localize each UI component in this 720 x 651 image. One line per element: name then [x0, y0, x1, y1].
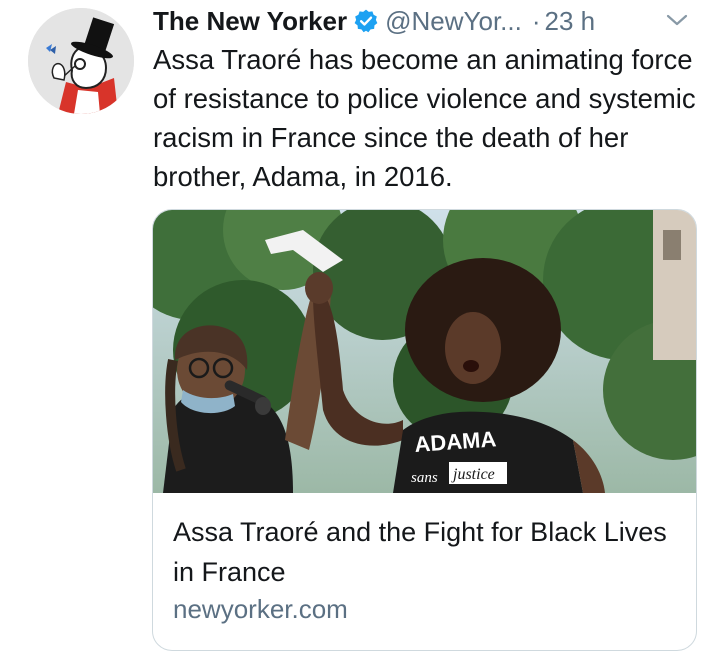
tweet-timestamp[interactable]: 23 h	[545, 6, 596, 37]
card-title[interactable]: Assa Traoré and the Fight for Black Live…	[173, 512, 673, 592]
tweet-text: Assa Traoré has become an animating forc…	[153, 44, 696, 192]
link-preview-card[interactable]: ADAMA sans justice Assa Traoré and the F…	[152, 209, 697, 651]
shirt-text-justice: justice	[451, 466, 495, 483]
author-avatar[interactable]	[28, 8, 134, 114]
card-domain: newyorker.com	[173, 594, 348, 624]
tweet-header: The New Yorker @NewYor... · 23 h	[153, 4, 595, 38]
new-yorker-logo-icon	[28, 8, 134, 114]
author-handle[interactable]: @NewYor...	[385, 6, 522, 37]
card-image: ADAMA sans justice	[153, 210, 696, 493]
verified-badge-icon	[353, 8, 379, 34]
separator-dot: ·	[531, 5, 541, 36]
author-name[interactable]: The New Yorker	[153, 6, 347, 37]
shirt-text-sans: sans	[411, 470, 438, 486]
chevron-down-icon[interactable]	[664, 10, 690, 30]
